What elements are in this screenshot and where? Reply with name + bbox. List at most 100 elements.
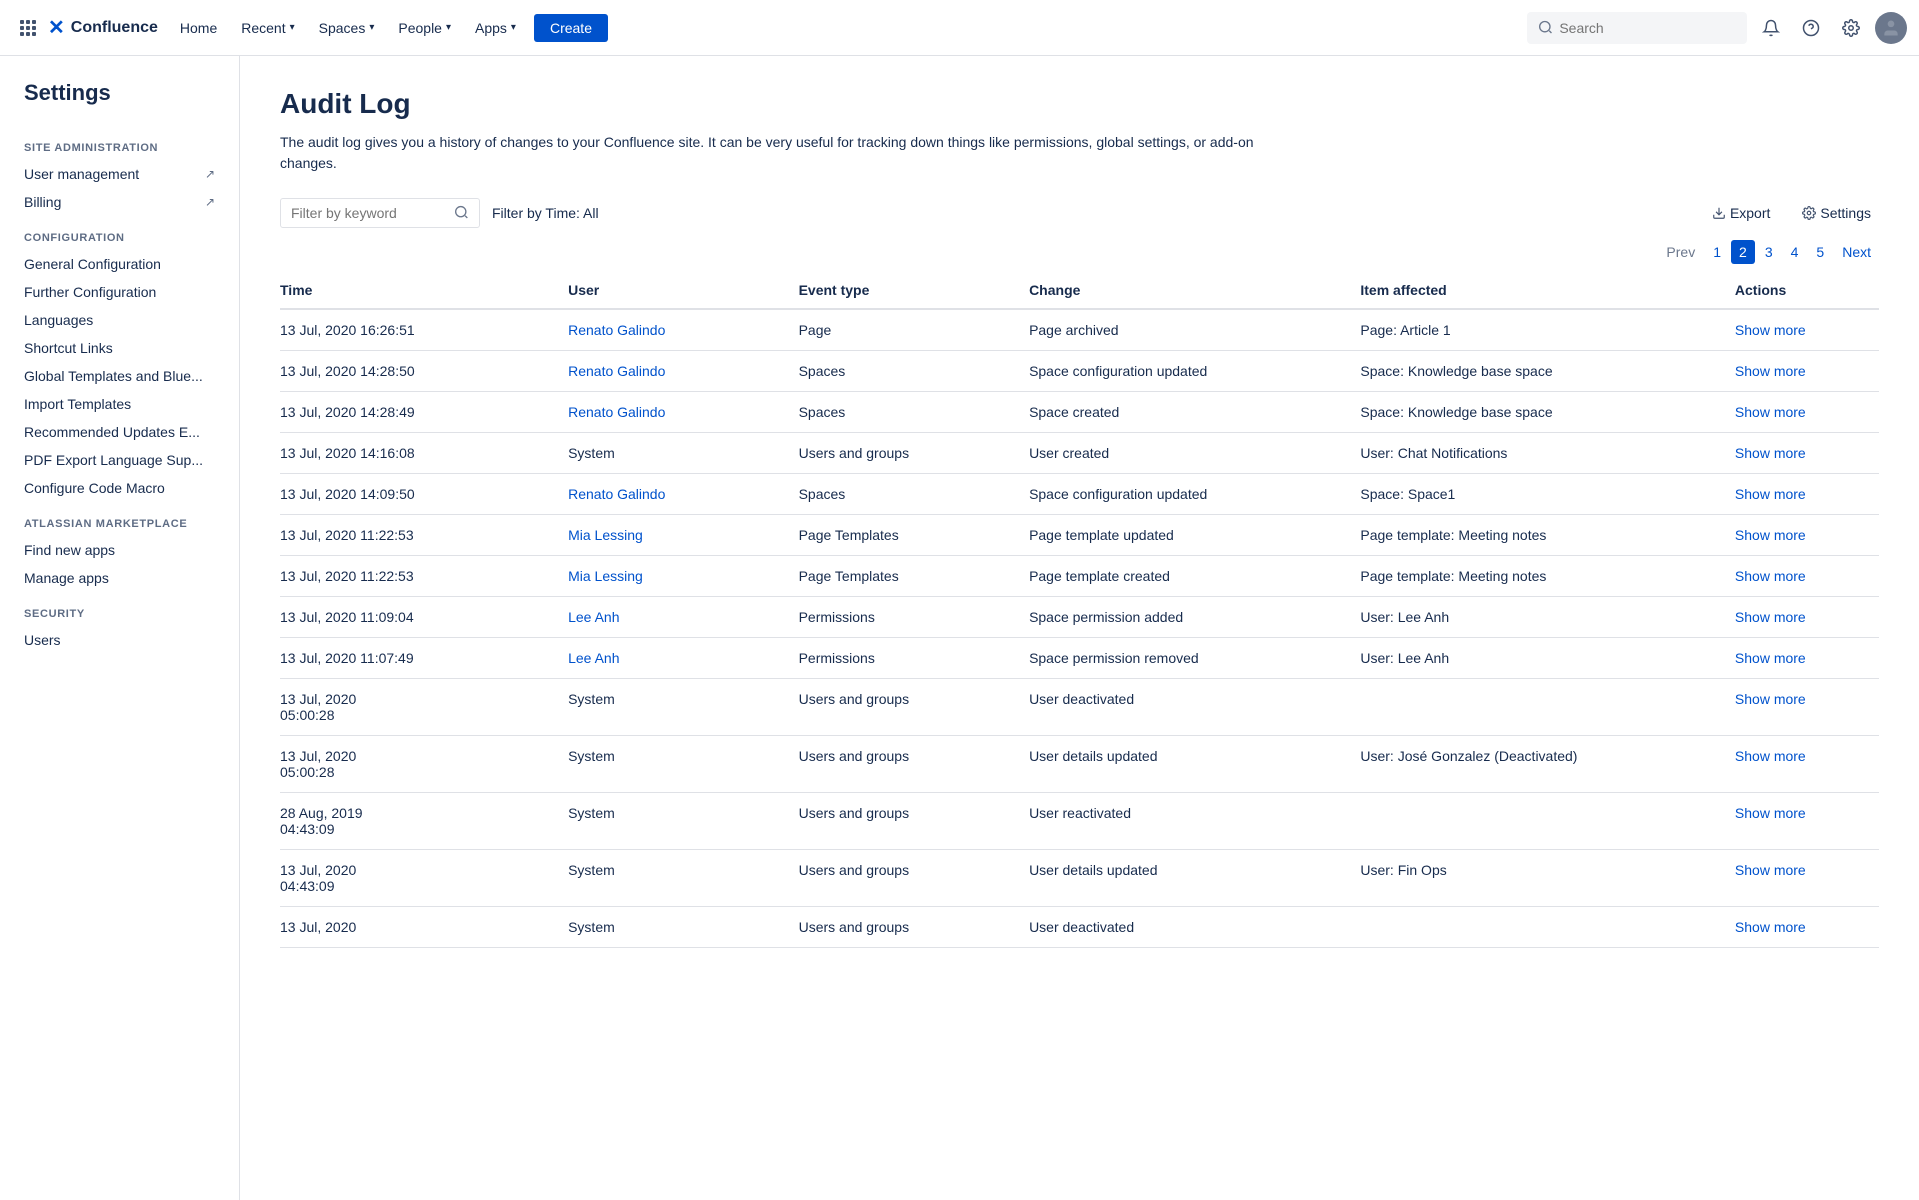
show-more-link[interactable]: Show more: [1735, 650, 1806, 666]
nav-people[interactable]: People ▾: [388, 14, 461, 42]
nav-spaces[interactable]: Spaces ▾: [309, 14, 385, 42]
grid-icon[interactable]: [12, 12, 44, 44]
show-more-link[interactable]: Show more: [1735, 527, 1806, 543]
sidebar-item-user-management[interactable]: User management ↗: [0, 160, 239, 188]
help-button[interactable]: [1795, 12, 1827, 44]
sidebar-item-users[interactable]: Users: [0, 626, 239, 654]
sidebar-item-pdf-export[interactable]: PDF Export Language Sup...: [0, 446, 239, 474]
page-4-button[interactable]: 4: [1783, 240, 1807, 264]
cell-user[interactable]: Renato Galindo: [568, 309, 798, 351]
cell-user[interactable]: Renato Galindo: [568, 351, 798, 392]
user-link[interactable]: Lee Anh: [568, 650, 619, 666]
nav-apps[interactable]: Apps ▾: [465, 14, 526, 42]
show-more-link[interactable]: Show more: [1735, 919, 1806, 935]
col-header-user: User: [568, 272, 798, 309]
user-link[interactable]: Renato Galindo: [568, 363, 665, 379]
sidebar: Settings Site Administration User manage…: [0, 56, 240, 1200]
cell-item-affected: [1360, 907, 1735, 948]
pagination: Prev 1 2 3 4 5 Next: [280, 240, 1879, 264]
page-5-button[interactable]: 5: [1808, 240, 1832, 264]
cell-user[interactable]: Lee Anh: [568, 638, 798, 679]
user-link[interactable]: Mia Lessing: [568, 527, 643, 543]
show-more-link[interactable]: Show more: [1735, 805, 1806, 821]
show-more-link[interactable]: Show more: [1735, 486, 1806, 502]
cell-actions[interactable]: Show more: [1735, 679, 1879, 736]
cell-actions[interactable]: Show more: [1735, 474, 1879, 515]
user-link[interactable]: Renato Galindo: [568, 322, 665, 338]
cell-user[interactable]: Renato Galindo: [568, 392, 798, 433]
sidebar-item-recommended-updates[interactable]: Recommended Updates E...: [0, 418, 239, 446]
nav-home[interactable]: Home: [170, 14, 227, 42]
logo[interactable]: ✕ Confluence: [48, 15, 158, 40]
settings-button[interactable]: [1835, 12, 1867, 44]
show-more-link[interactable]: Show more: [1735, 691, 1806, 707]
show-more-link[interactable]: Show more: [1735, 862, 1806, 878]
cell-item-affected: User: Lee Anh: [1360, 597, 1735, 638]
table-row: 13 Jul, 2020 System Users and groups Use…: [280, 907, 1879, 948]
show-more-link[interactable]: Show more: [1735, 445, 1806, 461]
cell-actions[interactable]: Show more: [1735, 556, 1879, 597]
sidebar-item-manage-apps[interactable]: Manage apps: [0, 564, 239, 592]
cell-actions[interactable]: Show more: [1735, 907, 1879, 948]
page-1-button[interactable]: 1: [1705, 240, 1729, 264]
search-input[interactable]: [1559, 20, 1735, 36]
page-2-button[interactable]: 2: [1731, 240, 1755, 264]
search-box[interactable]: [1527, 12, 1747, 44]
sidebar-item-general-config[interactable]: General Configuration: [0, 250, 239, 278]
show-more-link[interactable]: Show more: [1735, 322, 1806, 338]
sidebar-item-find-new-apps[interactable]: Find new apps: [0, 536, 239, 564]
show-more-link[interactable]: Show more: [1735, 609, 1806, 625]
cell-time: 13 Jul, 2020 14:09:50: [280, 474, 568, 515]
page-3-button[interactable]: 3: [1757, 240, 1781, 264]
table-row: 13 Jul, 2020 16:26:51 Renato Galindo Pag…: [280, 309, 1879, 351]
prev-page-button[interactable]: Prev: [1658, 240, 1703, 264]
show-more-link[interactable]: Show more: [1735, 363, 1806, 379]
sidebar-item-billing[interactable]: Billing ↗: [0, 188, 239, 216]
cell-event-type: Spaces: [799, 392, 1029, 433]
sidebar-item-shortcut-links[interactable]: Shortcut Links: [0, 334, 239, 362]
notifications-button[interactable]: [1755, 12, 1787, 44]
cell-actions[interactable]: Show more: [1735, 351, 1879, 392]
cell-user[interactable]: Lee Anh: [568, 597, 798, 638]
user-link[interactable]: Mia Lessing: [568, 568, 643, 584]
cell-actions[interactable]: Show more: [1735, 850, 1879, 907]
user-link[interactable]: Renato Galindo: [568, 404, 665, 420]
cell-event-type: Page: [799, 309, 1029, 351]
export-button[interactable]: Export: [1704, 201, 1778, 225]
cell-user[interactable]: Mia Lessing: [568, 556, 798, 597]
filter-keyword-input[interactable]: [291, 205, 449, 221]
sidebar-item-global-templates[interactable]: Global Templates and Blue...: [0, 362, 239, 390]
cell-user: System: [568, 850, 798, 907]
show-more-link[interactable]: Show more: [1735, 404, 1806, 420]
create-button[interactable]: Create: [534, 14, 608, 42]
nav-recent[interactable]: Recent ▾: [231, 14, 304, 42]
show-more-link[interactable]: Show more: [1735, 748, 1806, 764]
next-page-button[interactable]: Next: [1834, 240, 1879, 264]
cell-user[interactable]: Mia Lessing: [568, 515, 798, 556]
sidebar-item-further-config[interactable]: Further Configuration: [0, 278, 239, 306]
avatar[interactable]: [1875, 12, 1907, 44]
cell-actions[interactable]: Show more: [1735, 433, 1879, 474]
filter-time-label[interactable]: Filter by Time: All: [492, 205, 599, 221]
cell-actions[interactable]: Show more: [1735, 309, 1879, 351]
cell-actions[interactable]: Show more: [1735, 597, 1879, 638]
show-more-link[interactable]: Show more: [1735, 568, 1806, 584]
sidebar-item-languages[interactable]: Languages: [0, 306, 239, 334]
grid-menu[interactable]: [12, 12, 44, 44]
cell-actions[interactable]: Show more: [1735, 392, 1879, 433]
cell-actions[interactable]: Show more: [1735, 736, 1879, 793]
cell-event-type: Spaces: [799, 351, 1029, 392]
audit-table: Time User Event type Change Item affecte…: [280, 272, 1879, 948]
user-link[interactable]: Renato Galindo: [568, 486, 665, 502]
user-link[interactable]: Lee Anh: [568, 609, 619, 625]
cell-item-affected: User: José Gonzalez (Deactivated): [1360, 736, 1735, 793]
cell-actions[interactable]: Show more: [1735, 638, 1879, 679]
table-settings-button[interactable]: Settings: [1794, 201, 1879, 225]
cell-actions[interactable]: Show more: [1735, 515, 1879, 556]
table-row: 13 Jul, 2020 11:07:49 Lee Anh Permission…: [280, 638, 1879, 679]
cell-actions[interactable]: Show more: [1735, 793, 1879, 850]
filter-input-wrap[interactable]: [280, 198, 480, 228]
cell-user[interactable]: Renato Galindo: [568, 474, 798, 515]
sidebar-item-import-templates[interactable]: Import Templates: [0, 390, 239, 418]
sidebar-item-configure-code[interactable]: Configure Code Macro: [0, 474, 239, 502]
